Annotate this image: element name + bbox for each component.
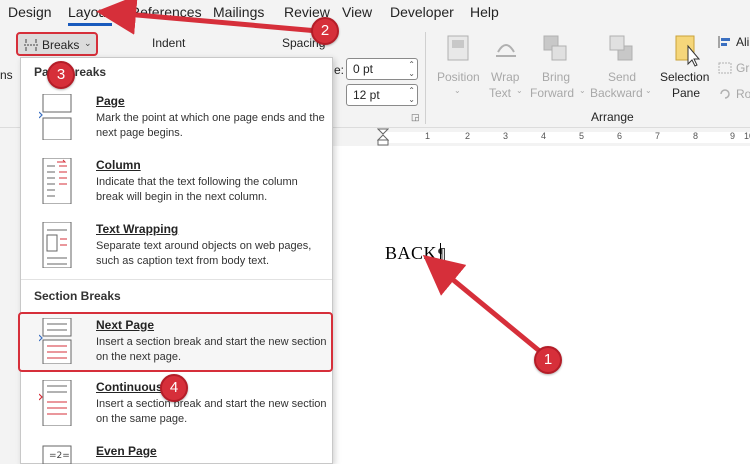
tab-help[interactable]: Help <box>470 4 499 20</box>
menu-item-text-wrapping-break[interactable]: Text Wrapping Separate text around objec… <box>21 222 332 284</box>
rotate-label: Ro <box>736 87 750 101</box>
group-icon[interactable] <box>718 62 732 74</box>
ruler-number: 2 <box>465 131 471 141</box>
chevron-down-icon: ⌄ <box>645 86 652 95</box>
tab-layout[interactable]: Layout <box>68 4 110 20</box>
send-backward-label-2: Backward <box>590 86 643 100</box>
horizontal-ruler[interactable]: 1 2 3 4 5 6 7 8 9 10 <box>330 128 750 146</box>
step-badge-2: 2 <box>311 17 339 45</box>
menu-item-title: Continuous <box>96 380 163 394</box>
section-breaks-band: Section Breaks <box>21 279 332 309</box>
send-backward-icon[interactable] <box>608 34 634 64</box>
spacing-after-value: 12 pt <box>353 88 380 102</box>
align-label: Ali <box>736 35 750 49</box>
position-icon[interactable] <box>446 34 470 62</box>
align-icon[interactable] <box>718 36 732 48</box>
ruler-number: 6 <box>617 131 623 141</box>
breaks-label: Breaks <box>42 38 80 52</box>
tab-developer[interactable]: Developer <box>390 4 454 20</box>
wrap-text-label-2: Text <box>489 86 512 100</box>
spacing-before-prefix: e: <box>334 63 345 77</box>
even-page-break-icon: =2= <box>42 445 72 464</box>
rotate-icon[interactable] <box>718 88 732 100</box>
bring-forward-icon[interactable] <box>542 34 568 64</box>
dialog-launcher-icon[interactable]: ◲ <box>411 112 420 123</box>
spacing-before-input[interactable]: 0 pt ⌃ ⌄ <box>346 58 418 80</box>
spacing-after-input[interactable]: 12 pt ⌃ ⌄ <box>346 84 418 106</box>
chevron-down-icon: ⌄ <box>516 86 523 95</box>
partial-group-label: ns <box>0 68 13 82</box>
continuous-break-icon <box>39 380 72 426</box>
next-page-break-icon <box>39 318 72 364</box>
chevron-down-icon: ⌄ <box>84 38 92 48</box>
menu-item-column-break[interactable]: Column Indicate that the text following … <box>21 158 332 220</box>
spin-arrows-icon[interactable]: ⌃ ⌄ <box>408 86 415 104</box>
ruler-number: 1 <box>425 131 431 141</box>
chevron-down-icon: ⌄ <box>579 86 586 95</box>
menu-item-next-page[interactable]: Next Page Insert a section break and sta… <box>18 312 333 372</box>
ruler-number: 4 <box>541 131 547 141</box>
left-gutter <box>0 128 20 464</box>
menu-item-title: Text Wrapping <box>96 222 179 236</box>
wrap-text-label: Wrap <box>491 70 520 84</box>
selection-pane-label: Selection <box>660 70 710 84</box>
step-badge-1: 1 <box>534 346 562 374</box>
menu-item-description: Indicate that the text following the col… <box>96 176 298 203</box>
menu-item-title: Column <box>96 158 141 172</box>
selection-pane-label-2: Pane <box>672 86 701 100</box>
step-badge-3: 3 <box>47 61 75 89</box>
svg-text:=2=: =2= <box>49 451 70 461</box>
menu-item-description: Separate text around objects on web page… <box>96 240 312 267</box>
menu-item-page-break[interactable]: Page Mark the point at which one page en… <box>21 94 332 156</box>
menu-item-title: Page <box>96 94 125 108</box>
arrange-group-label: Arrange <box>591 110 634 124</box>
group-divider <box>425 32 426 124</box>
chevron-down-icon: ⌄ <box>454 86 461 95</box>
page-break-icon <box>39 94 72 140</box>
ribbon-tab-bar: Design Layout References Mailings Review… <box>0 0 750 26</box>
menu-item-even-page[interactable]: =2= Even Page <box>21 444 332 464</box>
ruler-number: 8 <box>693 131 699 141</box>
text-cursor <box>440 243 441 263</box>
tab-references[interactable]: References <box>130 4 202 20</box>
section-breaks-header: Section Breaks <box>34 289 121 303</box>
breaks-dropdown-menu: Page Breaks Page Mark the point at which… <box>18 57 333 464</box>
ruler-number: 3 <box>503 131 509 141</box>
step-badge-4: 4 <box>160 374 188 402</box>
selection-pane-icon[interactable] <box>672 32 702 68</box>
wrap-text-icon[interactable] <box>494 34 518 62</box>
indent-label: Indent <box>152 36 186 50</box>
menu-item-description: Insert a section break and start the new… <box>96 336 327 363</box>
text-wrapping-break-icon <box>42 222 72 268</box>
document-page[interactable]: BACK¶ <box>330 146 750 464</box>
spin-arrows-icon[interactable]: ⌃ ⌄ <box>408 60 415 78</box>
ruler-number: 7 <box>655 131 661 141</box>
tab-mailings[interactable]: Mailings <box>213 4 264 20</box>
menu-item-title: Next Page <box>96 318 155 332</box>
menu-item-description: Insert a section break and start the new… <box>96 398 327 425</box>
breaks-button[interactable]: Breaks ⌄ <box>16 32 98 56</box>
position-label: Position <box>437 70 480 84</box>
group-label: Gr <box>736 61 750 75</box>
tab-design[interactable]: Design <box>8 4 52 20</box>
spacing-before-value: 0 pt <box>353 62 374 76</box>
menu-item-title: Even Page <box>96 444 157 458</box>
document-text[interactable]: BACK¶ <box>385 243 447 264</box>
breaks-icon <box>24 39 38 51</box>
column-break-icon <box>42 158 72 204</box>
menu-item-description: Mark the point at which one page ends an… <box>96 112 325 139</box>
ruler-number: 9 <box>730 131 736 141</box>
paragraph-mark: ¶ <box>437 245 448 263</box>
indent-marker-icon[interactable] <box>377 128 389 146</box>
ruler-number: 10 <box>744 131 750 141</box>
bring-forward-label-2: Forward <box>530 86 575 100</box>
ruler-number: 5 <box>579 131 585 141</box>
send-backward-label: Send <box>608 70 637 84</box>
document-word: BACK <box>385 243 438 263</box>
tab-view[interactable]: View <box>342 4 372 20</box>
bring-forward-label: Bring <box>542 70 571 84</box>
